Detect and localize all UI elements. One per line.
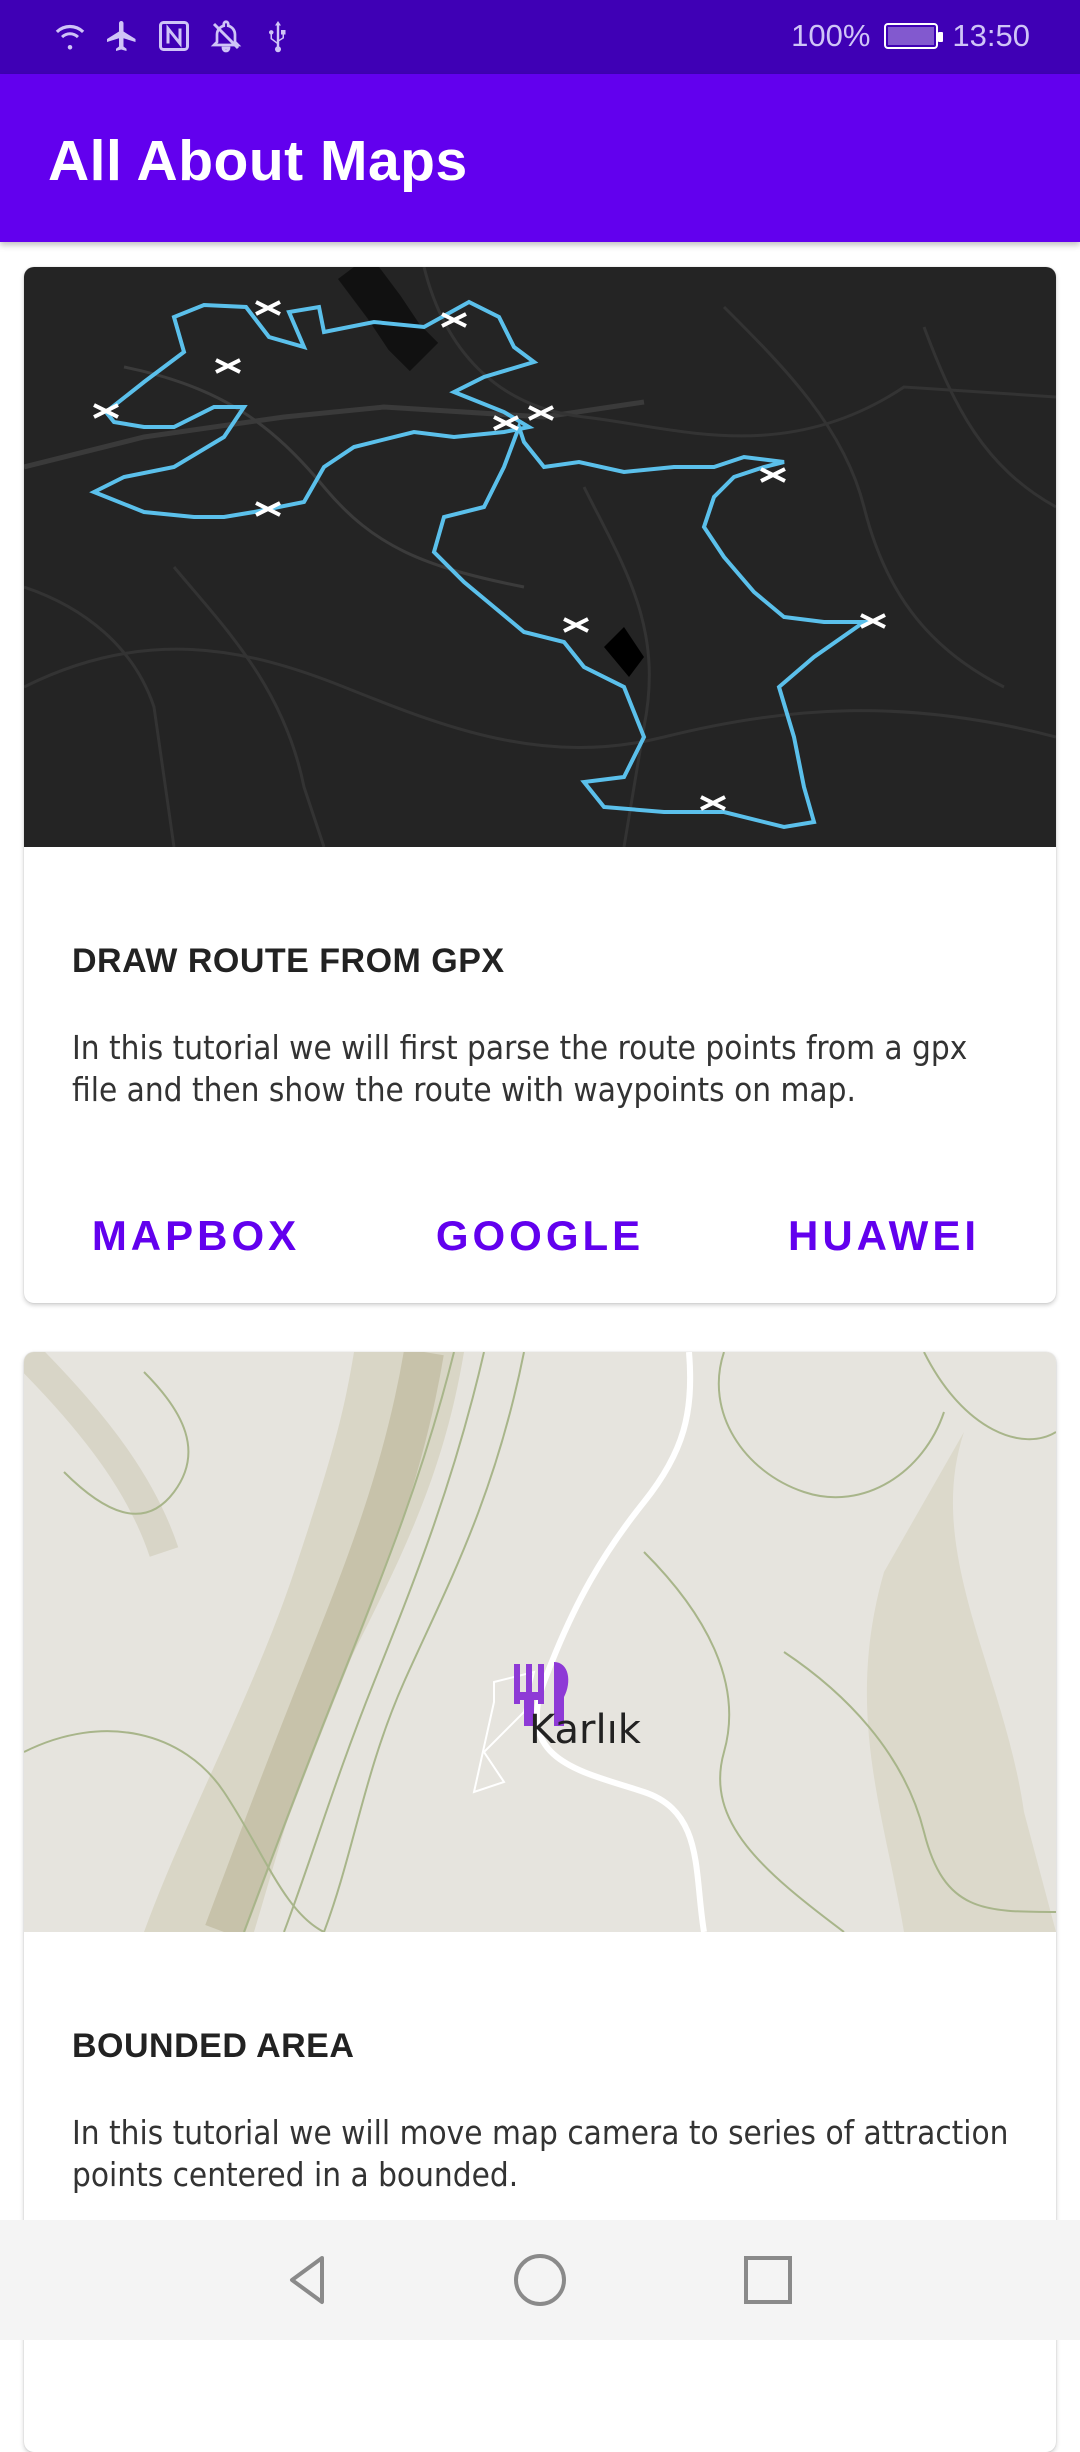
airplane-icon	[107, 21, 136, 51]
system-navigation-bar	[0, 2220, 1080, 2340]
status-right: 100% 13:50	[791, 18, 1030, 54]
card-description: In this tutorial we will first parse the…	[72, 1028, 968, 1109]
route-map-image	[24, 267, 1056, 847]
bell-off-icon	[210, 20, 242, 53]
card-title: BOUNDED AREA	[72, 2027, 355, 2065]
recents-icon[interactable]	[738, 2250, 798, 2310]
battery-percent: 100%	[791, 18, 871, 53]
huawei-button[interactable]: HUAWEI	[712, 1202, 1056, 1270]
app-bar: All About Maps	[0, 74, 1080, 242]
home-icon[interactable]	[510, 2250, 570, 2310]
map-place-label: Karlık	[529, 1707, 641, 1753]
card-description: In this tutorial we will move map camera…	[72, 2113, 1009, 2194]
clock: 13:50	[952, 18, 1030, 53]
mapbox-button[interactable]: MAPBOX	[24, 1202, 368, 1270]
card-actions: MAPBOX GOOGLE HUAWEI	[24, 1202, 1056, 1270]
app-title: All About Maps	[48, 129, 468, 193]
status-icons	[52, 18, 296, 54]
google-button[interactable]: GOOGLE	[368, 1202, 712, 1270]
status-bar: 100% 13:50	[0, 0, 1080, 74]
card-title: DRAW ROUTE FROM GPX	[72, 942, 505, 980]
tutorial-card-gpx-route[interactable]: DRAW ROUTE FROM GPX In this tutorial we …	[24, 267, 1056, 1303]
battery-icon	[884, 23, 944, 49]
nfc-icon	[159, 21, 189, 51]
wifi-icon	[55, 24, 85, 50]
back-icon[interactable]	[278, 2250, 338, 2310]
topographic-map-image	[24, 1352, 1056, 1932]
usb-icon	[269, 21, 286, 53]
